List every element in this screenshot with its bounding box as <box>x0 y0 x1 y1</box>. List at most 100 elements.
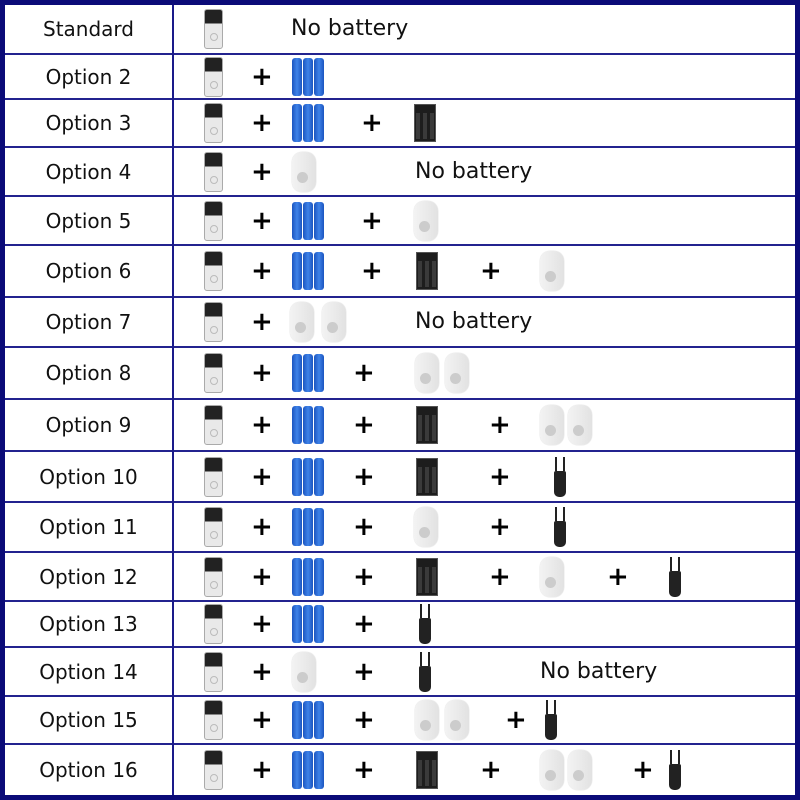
batteries-icon <box>292 252 324 290</box>
charger-icon <box>416 457 438 496</box>
item-slot <box>204 5 223 53</box>
item-slot: + <box>489 400 511 450</box>
item-slot <box>668 553 682 600</box>
doorbell-icon <box>204 700 223 740</box>
chime-icon <box>540 251 564 291</box>
item-slot <box>544 697 558 743</box>
chime-icon <box>540 556 564 597</box>
doorbell-icon <box>204 651 223 692</box>
table-row: Option 10 + + + <box>5 452 795 503</box>
option-label: Option 13 <box>39 612 138 636</box>
item-slot: + <box>251 745 273 795</box>
options-table: Standard No battery Option 2 + Option 3 + + Opt… <box>0 0 800 800</box>
table-row: Option 8 + + <box>5 348 795 400</box>
item-slot <box>292 400 324 450</box>
item-slot <box>204 503 223 551</box>
chime-icon <box>540 750 564 790</box>
doorbell-icon <box>204 9 223 49</box>
item-slot <box>204 246 223 296</box>
item-slot <box>204 348 223 398</box>
batteries-icon <box>292 605 324 643</box>
item-slot <box>204 100 223 146</box>
batteries-icon <box>292 57 324 96</box>
plus-sign: + <box>251 461 273 492</box>
chime-icon <box>292 651 316 692</box>
table-row: Option 9 + + + <box>5 400 795 452</box>
option-label: Option 15 <box>39 708 138 732</box>
chime-icon <box>414 200 438 241</box>
item-slot <box>290 298 314 346</box>
item-slot <box>553 452 567 501</box>
batteries-icon <box>292 701 324 739</box>
chime-icon <box>445 353 469 393</box>
item-slot <box>540 745 564 795</box>
item-slot: + <box>505 697 527 743</box>
option-label: Option 11 <box>39 515 138 539</box>
item-slot <box>418 648 432 695</box>
plus-sign: + <box>489 561 511 592</box>
doorbell-icon <box>204 302 223 342</box>
item-slot <box>204 298 223 346</box>
table-row: Option 14 + + No battery <box>5 648 795 697</box>
plus-sign: + <box>353 705 375 735</box>
plus-sign: + <box>251 61 273 92</box>
charger-icon <box>416 557 438 596</box>
item-slot: + <box>353 648 375 695</box>
item-slot: + <box>353 697 375 743</box>
item-slot <box>416 400 438 450</box>
option-label: Option 2 <box>45 64 132 89</box>
item-slot <box>292 55 324 98</box>
chime-icon <box>540 405 564 445</box>
item-slot: + <box>251 55 273 98</box>
chime-icon <box>415 353 439 393</box>
item-slot: + <box>353 452 375 501</box>
item-slot: + <box>480 745 502 795</box>
item-slot: + <box>251 148 273 195</box>
table-row: Option 7 + No battery <box>5 298 795 348</box>
plus-sign: + <box>361 205 383 236</box>
item-slot <box>292 602 324 646</box>
item-slot: + <box>361 100 383 146</box>
item-slot: + <box>353 602 375 646</box>
option-label: Option 16 <box>39 758 138 782</box>
item-slot <box>668 745 682 795</box>
plus-sign: + <box>353 561 375 592</box>
plus-sign: + <box>353 755 375 785</box>
plus-sign: + <box>480 755 502 785</box>
table-row: Standard No battery <box>5 5 795 55</box>
doorbell-icon <box>204 151 223 192</box>
item-slot: + <box>353 503 375 551</box>
option-label: Option 10 <box>39 464 138 489</box>
plus-sign: + <box>480 256 502 286</box>
option-label: Option 12 <box>39 564 138 589</box>
adapter-icon <box>418 604 432 644</box>
plus-sign: + <box>251 358 273 388</box>
item-slot <box>540 246 564 296</box>
item-slot: No battery <box>415 298 532 346</box>
plus-sign: + <box>251 609 273 639</box>
table-row: Option 4 + No battery <box>5 148 795 197</box>
charger-icon <box>414 104 436 142</box>
item-slot <box>322 298 346 346</box>
plus-sign: + <box>251 755 273 785</box>
plus-sign: + <box>251 705 273 735</box>
item-slot: + <box>353 348 375 398</box>
chime-icon <box>292 151 316 192</box>
option-label: Option 9 <box>45 413 132 437</box>
item-slot <box>204 745 223 795</box>
adapter-icon <box>418 651 432 692</box>
charger-icon <box>416 751 438 789</box>
doorbell-icon <box>204 353 223 393</box>
option-label: Standard <box>43 17 134 41</box>
plus-sign: + <box>251 156 273 187</box>
adapter-icon <box>553 507 567 547</box>
plus-sign: + <box>251 205 273 236</box>
plus-sign: + <box>251 656 273 687</box>
item-slot <box>204 648 223 695</box>
item-slot: + <box>251 648 273 695</box>
table-row: Option 2 + <box>5 55 795 100</box>
item-slot: No battery <box>291 5 408 53</box>
plus-sign: + <box>251 256 273 286</box>
plus-sign: + <box>251 307 273 337</box>
table-row: Option 6 + + + <box>5 246 795 298</box>
